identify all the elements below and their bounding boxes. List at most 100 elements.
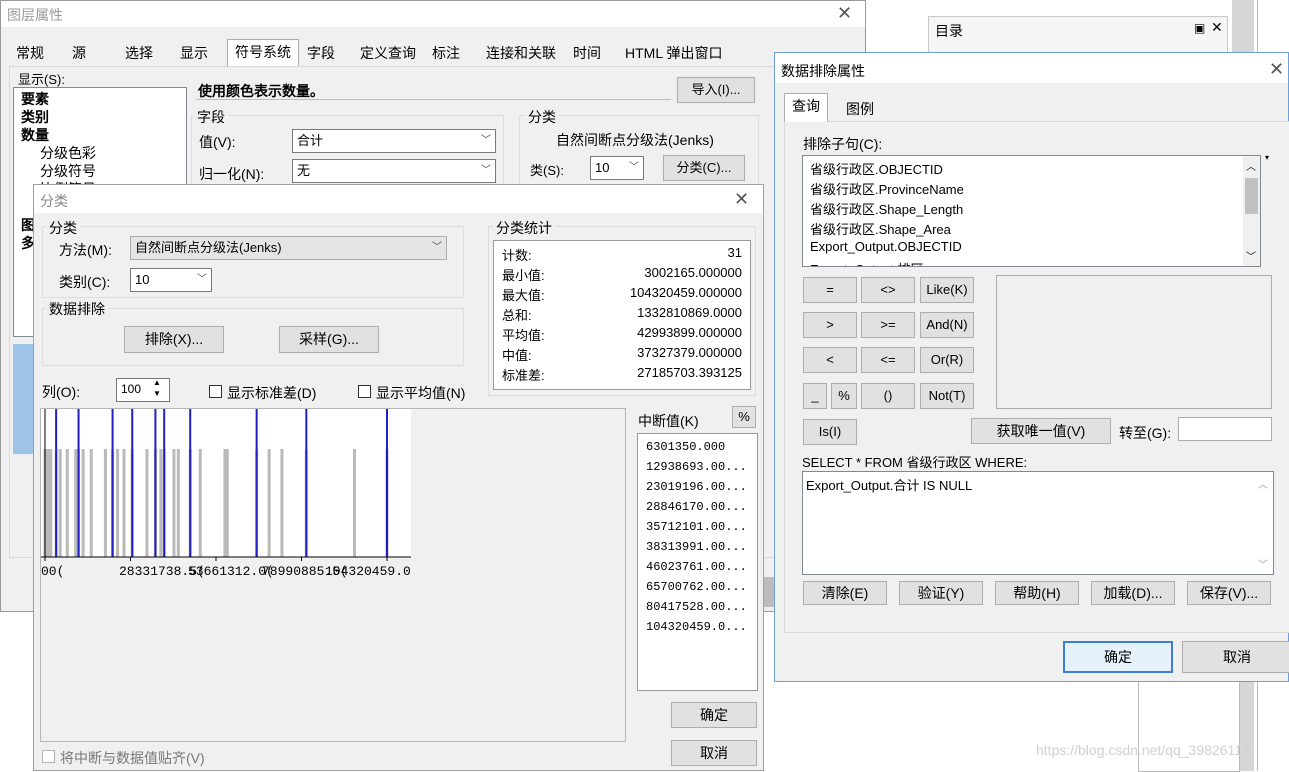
tab-legend[interactable]: 图例 (839, 97, 881, 121)
x-tick-label: 00( (41, 564, 64, 579)
break-value[interactable]: 38313991.00... (646, 540, 747, 554)
break-value[interactable]: 104320459.0... (646, 620, 747, 634)
operator-button[interactable]: <> (861, 277, 915, 303)
tab-5[interactable]: 字段 (300, 41, 342, 65)
operator-button[interactable]: Not(T) (920, 383, 974, 409)
verify-button[interactable]: 验证(Y) (899, 581, 983, 605)
break-value[interactable]: 35712101.00... (646, 520, 747, 534)
show-std-label: 显示标准差(D) (227, 385, 317, 401)
tree-item-graduated-symbols[interactable]: 分级符号 (40, 161, 96, 181)
normalize-dropdown[interactable]: 无 ﹀ (292, 159, 496, 183)
scroll-thumb[interactable] (1245, 178, 1258, 214)
exclude-button[interactable]: 排除(X)... (124, 326, 224, 353)
count-dropdown[interactable]: 10 ﹀ (130, 268, 212, 292)
tab-6[interactable]: 定义查询 (353, 41, 423, 65)
tab-query[interactable]: 查询 (784, 93, 828, 122)
tree-item-categories[interactable]: 类别 (21, 107, 49, 127)
tree-item-features[interactable]: 要素 (21, 89, 49, 109)
scroll-down-icon[interactable]: ﹀ (1246, 248, 1256, 263)
scroll-up-icon[interactable]: ︿ (1258, 476, 1268, 491)
field-item[interactable]: 省级行政区.Shape_Length (810, 199, 963, 218)
fields-scrollbar[interactable]: ︿ ﹀ (1243, 156, 1260, 266)
field-item[interactable]: 省级行政区.ProvinceName (810, 179, 964, 198)
fields-list[interactable]: ︿ ﹀ 省级行政区.OBJECTID 省级行政区.ProvinceName 省级行政… (802, 155, 1261, 267)
tab-9[interactable]: 时间 (566, 41, 608, 65)
clause-label: 排除子句(C): (803, 136, 883, 152)
histogram-bar (116, 449, 120, 557)
histogram-bar (58, 449, 62, 557)
operator-button[interactable]: % (831, 383, 857, 409)
field-item[interactable]: 省级行政区.OBJECTID (810, 159, 943, 178)
operator-button[interactable]: <= (861, 347, 915, 373)
operator-button[interactable]: () (861, 383, 915, 409)
stat-label: 计数: (502, 248, 532, 263)
break-value[interactable]: 28846170.00... (646, 500, 747, 514)
spinner-up-icon[interactable]: ▲ (153, 378, 161, 387)
break-value[interactable]: 80417528.00... (646, 600, 747, 614)
save-button[interactable]: 保存(V)... (1187, 581, 1271, 605)
ok-button[interactable]: 确定 (671, 702, 757, 728)
close-icon[interactable]: ✕ (734, 189, 749, 209)
unique-values-list[interactable] (996, 275, 1272, 409)
load-button[interactable]: 加载(D)... (1091, 581, 1175, 605)
snap-checkbox[interactable] (42, 750, 55, 763)
operator-button[interactable]: < (803, 347, 857, 373)
show-std-checkbox[interactable] (209, 385, 222, 398)
operator-button[interactable]: Like(K) (920, 277, 974, 303)
goto-input[interactable] (1178, 417, 1272, 441)
break-value[interactable]: 12938693.00... (646, 460, 747, 474)
value-dropdown[interactable]: 合计 ﹀ (292, 129, 496, 153)
spinner-down-icon[interactable]: ▼ (153, 389, 161, 398)
histogram-chart[interactable]: 00(28331738.5(53661312.0(78990885.5(1043… (41, 409, 411, 579)
break-value[interactable]: 6301350.000 (646, 440, 725, 454)
cancel-button[interactable]: 取消 (671, 740, 757, 766)
maximize-icon[interactable]: ▣ (1194, 21, 1205, 35)
close-icon[interactable]: ✕ (1211, 19, 1223, 36)
close-icon[interactable]: ✕ (1269, 59, 1284, 79)
query-textarea[interactable]: Export_Output.合计 IS NULL ︿ ﹀ (802, 471, 1274, 575)
import-button[interactable]: 导入(I)... (677, 77, 755, 103)
tab-7[interactable]: 标注 (425, 41, 467, 65)
cancel-button[interactable]: 取消 (1182, 641, 1289, 673)
tab-2[interactable]: 选择 (118, 41, 160, 65)
operator-button[interactable]: >= (861, 312, 915, 338)
operator-button[interactable]: > (803, 312, 857, 338)
break-value[interactable]: 65700762.00... (646, 580, 747, 594)
field-item[interactable]: 省级行政区.Shape_Area (810, 219, 951, 238)
tab-8[interactable]: 连接和关联 (479, 41, 563, 65)
tab-3[interactable]: 显示 (173, 41, 215, 65)
scroll-up-icon[interactable]: ︿ (1246, 158, 1256, 173)
operator-button[interactable]: _ (803, 383, 827, 409)
close-icon[interactable]: ✕ (837, 3, 852, 23)
unique-values-button[interactable]: 获取唯一值(V) (971, 418, 1111, 444)
sample-button[interactable]: 采样(G)... (279, 326, 379, 353)
show-mean-checkbox[interactable] (358, 385, 371, 398)
operator-button[interactable]: Is(I) (803, 419, 857, 445)
help-button[interactable]: 帮助(H) (995, 581, 1079, 605)
classes-dropdown[interactable]: 10 ﹀ (590, 156, 644, 180)
operator-button[interactable]: Or(R) (920, 347, 974, 373)
clear-button[interactable]: 清除(E) (803, 581, 887, 605)
ok-button[interactable]: 确定 (1063, 641, 1173, 673)
percent-button[interactable]: % (732, 406, 756, 428)
breaks-list[interactable]: 6301350.000 12938693.00... 23019196.00... 2… (637, 433, 758, 691)
tab-4[interactable]: 符号系统 (227, 39, 299, 68)
histogram-bar (65, 449, 69, 557)
method-dropdown[interactable]: 自然间断点分级法(Jenks) ﹀ (130, 236, 447, 260)
stat-row: 总和: 1332810869.0000 (502, 305, 742, 325)
tab-1[interactable]: 源 (65, 41, 93, 65)
classify-button[interactable]: 分类(C)... (663, 155, 745, 181)
scroll-down-icon[interactable]: ﹀ (1258, 556, 1268, 571)
histogram-bar (74, 449, 78, 557)
break-value[interactable]: 23019196.00... (646, 480, 747, 494)
tab-10[interactable]: HTML 弹出窗口 (618, 41, 729, 65)
field-item[interactable]: Export_Output.排区 (810, 259, 923, 266)
columns-spinner[interactable]: 100 ▲ ▼ (116, 378, 170, 402)
tree-item-graduated-colors[interactable]: 分级色彩 (40, 143, 96, 163)
tree-item-quantities[interactable]: 数量 (21, 125, 49, 145)
operator-button[interactable]: And(N) (920, 312, 974, 338)
break-value[interactable]: 46023761.00... (646, 560, 747, 574)
operator-button[interactable]: = (803, 277, 857, 303)
tab-0[interactable]: 常规 (9, 41, 51, 65)
field-item[interactable]: Export_Output.OBJECTID (810, 239, 962, 254)
